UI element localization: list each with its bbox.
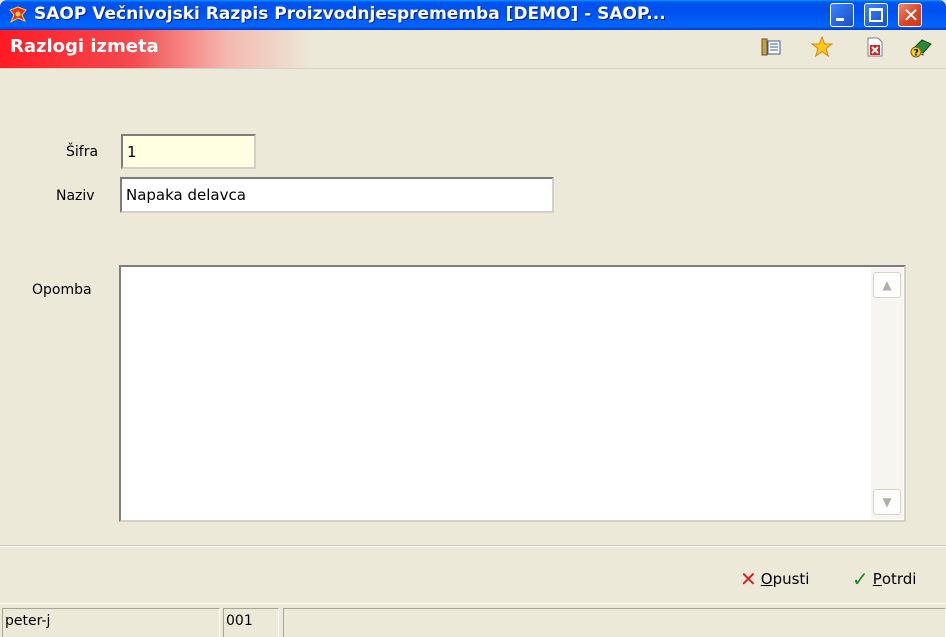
cancel-x-icon: ✕ xyxy=(740,567,757,591)
sifra-label: Šifra xyxy=(66,144,99,160)
scroll-down-button[interactable]: ▼ xyxy=(873,489,901,515)
naziv-input[interactable] xyxy=(120,177,554,213)
chevron-down-icon: ▼ xyxy=(882,495,892,509)
form-title: Razlogi izmeta xyxy=(10,36,159,57)
confirm-button[interactable]: ✓ Potrdi xyxy=(852,566,916,592)
status-user: peter-j xyxy=(2,608,220,637)
footer-divider xyxy=(0,545,946,547)
chevron-up-icon: ▲ xyxy=(882,278,892,292)
opomba-textarea[interactable] xyxy=(119,265,906,522)
opomba-label: Opomba xyxy=(32,282,92,298)
delete-record-icon[interactable] xyxy=(864,36,886,58)
minimize-button[interactable] xyxy=(830,3,854,27)
status-code: 001 xyxy=(223,608,279,637)
close-icon: ✕ xyxy=(902,3,920,27)
list-settings-icon[interactable] xyxy=(760,36,782,58)
app-icon xyxy=(9,6,27,24)
scroll-up-button[interactable]: ▲ xyxy=(873,272,901,298)
checkmark-icon: ✓ xyxy=(852,567,869,591)
cancel-label: pusti xyxy=(772,570,810,588)
close-button[interactable]: ✕ xyxy=(898,3,922,27)
opomba-scrollbar[interactable]: ▲ ▼ xyxy=(871,268,903,519)
svg-text:?: ? xyxy=(914,49,919,59)
form-header: Razlogi izmeta ? xyxy=(0,30,946,69)
status-extra xyxy=(283,608,946,637)
confirm-hotkey-letter: P xyxy=(872,570,882,588)
sifra-input[interactable] xyxy=(121,134,256,169)
naziv-label: Naziv xyxy=(56,188,95,204)
star-icon[interactable] xyxy=(811,36,833,58)
confirm-label: otrdi xyxy=(881,570,917,588)
cancel-hotkey-letter: O xyxy=(760,570,773,588)
maximize-button[interactable] xyxy=(864,3,888,27)
minimize-icon xyxy=(836,18,844,21)
cancel-button[interactable]: ✕ Opusti xyxy=(740,566,809,592)
status-bar: peter-j 001 xyxy=(0,603,946,637)
help-book-icon[interactable]: ? xyxy=(910,36,932,58)
window-title: SAOP Večnivojski Razpis Proizvodnjesprem… xyxy=(34,4,666,24)
maximize-icon xyxy=(869,8,883,22)
window-title-bar[interactable]: SAOP Večnivojski Razpis Proizvodnjesprem… xyxy=(0,0,946,30)
